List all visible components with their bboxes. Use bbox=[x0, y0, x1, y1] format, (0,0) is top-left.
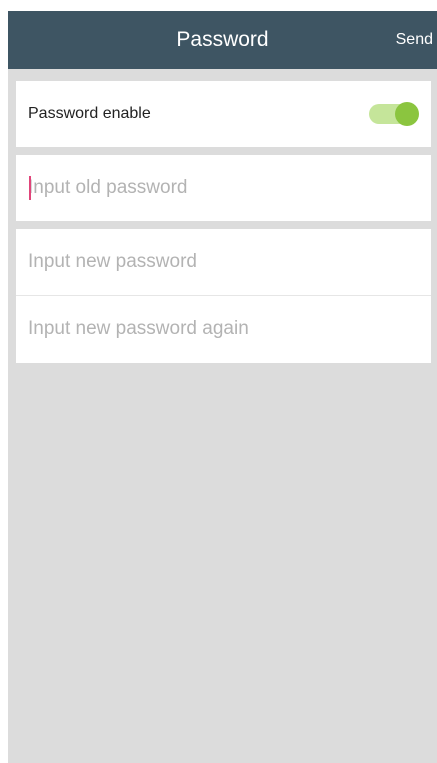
confirm-password-row bbox=[16, 296, 431, 362]
old-password-input[interactable] bbox=[28, 155, 423, 221]
new-password-input[interactable] bbox=[28, 229, 423, 295]
new-password-row bbox=[16, 229, 431, 295]
app-screen: Password Send Password enable bbox=[8, 11, 437, 763]
navigation-bar: Password Send bbox=[8, 11, 437, 69]
text-cursor bbox=[29, 176, 31, 200]
new-password-card bbox=[16, 229, 431, 363]
old-password-card bbox=[16, 155, 431, 221]
page-title: Password bbox=[176, 28, 269, 51]
password-enable-label: Password enable bbox=[28, 105, 151, 122]
confirm-password-input[interactable] bbox=[28, 296, 423, 362]
password-enable-toggle[interactable] bbox=[369, 102, 419, 126]
old-password-row bbox=[16, 155, 431, 221]
password-enable-row: Password enable bbox=[16, 81, 431, 147]
toggle-knob bbox=[395, 102, 419, 126]
send-button[interactable]: Send bbox=[396, 11, 433, 69]
